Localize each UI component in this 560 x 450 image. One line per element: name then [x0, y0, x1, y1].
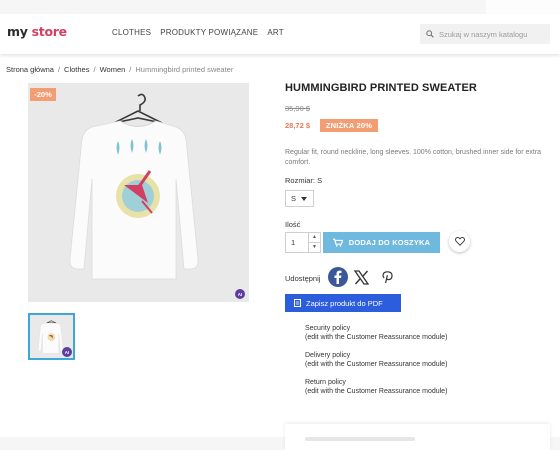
current-price: 28,72 $	[285, 121, 311, 130]
reassurance-note: (edit with the Customer Reassurance modu…	[305, 361, 448, 368]
breadcrumb: Strona główna / Clothes / Women / Hummin…	[6, 65, 233, 74]
logo-suffix: store	[31, 24, 67, 39]
thumbnail-ai-badge: AI	[62, 347, 72, 357]
reassurance-title: Delivery policy	[305, 352, 351, 359]
x-twitter-icon[interactable]	[353, 269, 370, 286]
footer-strip	[550, 437, 560, 450]
store-logo[interactable]: my store	[7, 24, 67, 39]
search-box[interactable]: Szukaj w naszym katalogu	[420, 24, 550, 44]
reassurance-item: Return policy (edit with the Customer Re…	[305, 378, 545, 396]
breadcrumb-home[interactable]: Strona główna	[6, 65, 54, 74]
tabs-placeholder	[305, 437, 415, 441]
nav-item-clothes[interactable]: CLOTHES	[112, 28, 151, 37]
save-pdf-button[interactable]: Zapisz produkt do PDF	[285, 294, 401, 312]
product-tabs-card	[285, 424, 550, 450]
facebook-f-glyph	[334, 270, 342, 284]
quantity-down-icon[interactable]: ▼	[309, 243, 320, 253]
x-glyph	[354, 270, 369, 285]
ai-badge: AI	[235, 289, 245, 299]
reassurance-item: Delivery policy (edit with the Customer …	[305, 351, 545, 369]
discount-flag: -20%	[30, 88, 56, 101]
product-description: Regular fit, round neckline, long sleeve…	[285, 149, 542, 166]
heart-icon	[454, 237, 465, 246]
reassurance-title: Return policy	[305, 379, 346, 386]
breadcrumb-separator: /	[129, 65, 132, 74]
top-strip-box	[486, 0, 560, 14]
sweater-image	[69, 93, 199, 280]
breadcrumb-current: Hummingbird printed sweater	[135, 65, 234, 74]
search-icon	[426, 30, 434, 38]
size-label: Rozmiar: S	[285, 176, 323, 185]
quantity-value[interactable]: 1	[291, 238, 295, 247]
product-title: HUMMINGBIRD PRINTED SWEATER	[285, 82, 477, 94]
share-label: Udostępnij	[285, 274, 321, 283]
nav-item-related-products[interactable]: PRODUKTY POWIĄZANE	[160, 28, 258, 37]
reassurance-note: (edit with the Customer Reassurance modu…	[305, 334, 448, 341]
wishlist-button[interactable]	[449, 231, 470, 252]
quantity-stepper[interactable]: 1 ▲ ▼	[285, 232, 321, 253]
nav-item-art[interactable]: ART	[267, 28, 283, 37]
top-strip	[0, 0, 560, 14]
size-select-value: S	[291, 194, 297, 203]
quantity-up-icon[interactable]: ▲	[309, 233, 320, 243]
breadcrumb-clothes[interactable]: Clothes	[64, 65, 89, 74]
reassurance-note: (edit with the Customer Reassurance modu…	[305, 388, 448, 395]
reassurance-item: Security policy (edit with the Customer …	[305, 324, 545, 342]
breadcrumb-separator: /	[93, 65, 96, 74]
pinterest-glyph	[381, 270, 393, 283]
old-price: 35,90 $	[285, 104, 311, 113]
pinterest-icon[interactable]	[380, 270, 394, 284]
breadcrumb-women[interactable]: Women	[100, 65, 126, 74]
quantity-label: Ilość	[285, 220, 301, 229]
discount-badge: ZNIŻKA 20%	[320, 119, 378, 132]
save-pdf-label: Zapisz produkt do PDF	[306, 298, 383, 308]
product-main-image[interactable]	[28, 83, 249, 302]
add-to-cart-button[interactable]: DODAJ DO KOSZYKA	[323, 232, 440, 253]
caret-down-icon	[301, 196, 308, 201]
footer-strip	[0, 437, 285, 450]
site-header: my store CLOTHES PRODUKTY POWIĄZANE ART …	[0, 14, 560, 54]
quantity-arrows: ▲ ▼	[308, 233, 320, 252]
add-to-cart-label: DODAJ DO KOSZYKA	[348, 238, 431, 247]
size-select[interactable]: S	[285, 190, 314, 207]
document-icon	[294, 299, 301, 307]
facebook-icon[interactable]	[328, 267, 348, 287]
reassurance-block: Security policy (edit with the Customer …	[305, 324, 545, 405]
cart-icon	[332, 238, 343, 247]
reassurance-title: Security policy	[305, 325, 351, 332]
breadcrumb-separator: /	[57, 65, 61, 74]
search-input[interactable]: Szukaj w naszym katalogu	[439, 30, 527, 39]
logo-prefix: my	[7, 24, 32, 39]
main-nav: CLOTHES PRODUKTY POWIĄZANE ART	[112, 28, 284, 37]
